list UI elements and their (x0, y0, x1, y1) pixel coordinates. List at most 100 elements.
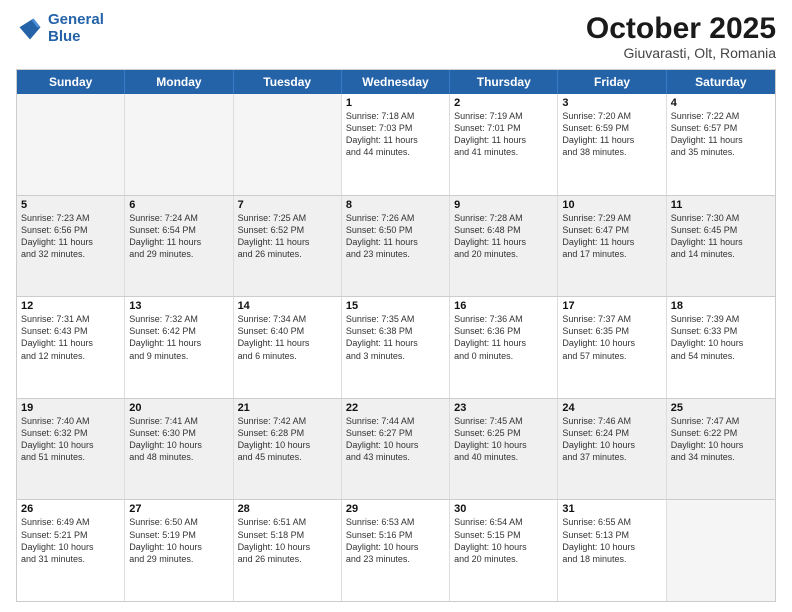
day-info: Sunrise: 7:36 AM Sunset: 6:36 PM Dayligh… (454, 313, 553, 362)
cal-cell-18: 18Sunrise: 7:39 AM Sunset: 6:33 PM Dayli… (667, 297, 775, 398)
cal-cell-10: 10Sunrise: 7:29 AM Sunset: 6:47 PM Dayli… (558, 196, 666, 297)
title-block: October 2025 Giuvarasti, Olt, Romania (586, 12, 776, 61)
day-info: Sunrise: 7:30 AM Sunset: 6:45 PM Dayligh… (671, 212, 771, 261)
cal-cell-6: 6Sunrise: 7:24 AM Sunset: 6:54 PM Daylig… (125, 196, 233, 297)
calendar-row-3: 19Sunrise: 7:40 AM Sunset: 6:32 PM Dayli… (17, 398, 775, 500)
main-title: October 2025 (586, 12, 776, 45)
day-info: Sunrise: 7:25 AM Sunset: 6:52 PM Dayligh… (238, 212, 337, 261)
calendar-row-2: 12Sunrise: 7:31 AM Sunset: 6:43 PM Dayli… (17, 296, 775, 398)
cal-cell-9: 9Sunrise: 7:28 AM Sunset: 6:48 PM Daylig… (450, 196, 558, 297)
day-number: 8 (346, 199, 445, 211)
day-info: Sunrise: 7:18 AM Sunset: 7:03 PM Dayligh… (346, 110, 445, 159)
cal-cell-28: 28Sunrise: 6:51 AM Sunset: 5:18 PM Dayli… (234, 500, 342, 601)
cal-cell-8: 8Sunrise: 7:26 AM Sunset: 6:50 PM Daylig… (342, 196, 450, 297)
day-number: 22 (346, 402, 445, 414)
header-day-monday: Monday (125, 70, 233, 94)
cal-cell-empty-0 (17, 94, 125, 195)
day-number: 18 (671, 300, 771, 312)
day-number: 30 (454, 503, 553, 515)
day-info: Sunrise: 7:31 AM Sunset: 6:43 PM Dayligh… (21, 313, 120, 362)
day-info: Sunrise: 7:39 AM Sunset: 6:33 PM Dayligh… (671, 313, 771, 362)
calendar-row-0: 1Sunrise: 7:18 AM Sunset: 7:03 PM Daylig… (17, 94, 775, 195)
day-info: Sunrise: 7:34 AM Sunset: 6:40 PM Dayligh… (238, 313, 337, 362)
day-info: Sunrise: 7:41 AM Sunset: 6:30 PM Dayligh… (129, 415, 228, 464)
cal-cell-25: 25Sunrise: 7:47 AM Sunset: 6:22 PM Dayli… (667, 399, 775, 500)
cal-cell-1: 1Sunrise: 7:18 AM Sunset: 7:03 PM Daylig… (342, 94, 450, 195)
day-number: 9 (454, 199, 553, 211)
cal-cell-3: 3Sunrise: 7:20 AM Sunset: 6:59 PM Daylig… (558, 94, 666, 195)
cal-cell-15: 15Sunrise: 7:35 AM Sunset: 6:38 PM Dayli… (342, 297, 450, 398)
header-day-sunday: Sunday (17, 70, 125, 94)
cal-cell-24: 24Sunrise: 7:46 AM Sunset: 6:24 PM Dayli… (558, 399, 666, 500)
cal-cell-19: 19Sunrise: 7:40 AM Sunset: 6:32 PM Dayli… (17, 399, 125, 500)
cal-cell-27: 27Sunrise: 6:50 AM Sunset: 5:19 PM Dayli… (125, 500, 233, 601)
header-day-thursday: Thursday (450, 70, 558, 94)
calendar: SundayMondayTuesdayWednesdayThursdayFrid… (16, 69, 776, 602)
cal-cell-empty-2 (234, 94, 342, 195)
cal-cell-11: 11Sunrise: 7:30 AM Sunset: 6:45 PM Dayli… (667, 196, 775, 297)
cal-cell-26: 26Sunrise: 6:49 AM Sunset: 5:21 PM Dayli… (17, 500, 125, 601)
page: General Blue October 2025 Giuvarasti, Ol… (0, 0, 792, 612)
day-info: Sunrise: 7:35 AM Sunset: 6:38 PM Dayligh… (346, 313, 445, 362)
day-info: Sunrise: 7:29 AM Sunset: 6:47 PM Dayligh… (562, 212, 661, 261)
day-info: Sunrise: 7:20 AM Sunset: 6:59 PM Dayligh… (562, 110, 661, 159)
calendar-body: 1Sunrise: 7:18 AM Sunset: 7:03 PM Daylig… (17, 94, 775, 601)
day-info: Sunrise: 6:53 AM Sunset: 5:16 PM Dayligh… (346, 516, 445, 565)
logo-text: General Blue (48, 12, 104, 45)
header-day-saturday: Saturday (667, 70, 775, 94)
cal-cell-30: 30Sunrise: 6:54 AM Sunset: 5:15 PM Dayli… (450, 500, 558, 601)
cal-cell-20: 20Sunrise: 7:41 AM Sunset: 6:30 PM Dayli… (125, 399, 233, 500)
day-number: 28 (238, 503, 337, 515)
cal-cell-13: 13Sunrise: 7:32 AM Sunset: 6:42 PM Dayli… (125, 297, 233, 398)
calendar-header: SundayMondayTuesdayWednesdayThursdayFrid… (17, 70, 775, 94)
cal-cell-12: 12Sunrise: 7:31 AM Sunset: 6:43 PM Dayli… (17, 297, 125, 398)
day-number: 12 (21, 300, 120, 312)
day-number: 29 (346, 503, 445, 515)
header: General Blue October 2025 Giuvarasti, Ol… (16, 12, 776, 61)
cal-cell-2: 2Sunrise: 7:19 AM Sunset: 7:01 PM Daylig… (450, 94, 558, 195)
day-number: 11 (671, 199, 771, 211)
cal-cell-31: 31Sunrise: 6:55 AM Sunset: 5:13 PM Dayli… (558, 500, 666, 601)
cal-cell-29: 29Sunrise: 6:53 AM Sunset: 5:16 PM Dayli… (342, 500, 450, 601)
day-info: Sunrise: 6:49 AM Sunset: 5:21 PM Dayligh… (21, 516, 120, 565)
day-info: Sunrise: 7:37 AM Sunset: 6:35 PM Dayligh… (562, 313, 661, 362)
cal-cell-4: 4Sunrise: 7:22 AM Sunset: 6:57 PM Daylig… (667, 94, 775, 195)
day-info: Sunrise: 7:44 AM Sunset: 6:27 PM Dayligh… (346, 415, 445, 464)
day-number: 6 (129, 199, 228, 211)
cal-cell-14: 14Sunrise: 7:34 AM Sunset: 6:40 PM Dayli… (234, 297, 342, 398)
day-number: 4 (671, 97, 771, 109)
day-info: Sunrise: 7:42 AM Sunset: 6:28 PM Dayligh… (238, 415, 337, 464)
day-number: 14 (238, 300, 337, 312)
day-number: 15 (346, 300, 445, 312)
day-info: Sunrise: 7:45 AM Sunset: 6:25 PM Dayligh… (454, 415, 553, 464)
day-info: Sunrise: 7:40 AM Sunset: 6:32 PM Dayligh… (21, 415, 120, 464)
day-number: 20 (129, 402, 228, 414)
cal-cell-21: 21Sunrise: 7:42 AM Sunset: 6:28 PM Dayli… (234, 399, 342, 500)
day-info: Sunrise: 6:54 AM Sunset: 5:15 PM Dayligh… (454, 516, 553, 565)
cal-cell-23: 23Sunrise: 7:45 AM Sunset: 6:25 PM Dayli… (450, 399, 558, 500)
day-info: Sunrise: 7:46 AM Sunset: 6:24 PM Dayligh… (562, 415, 661, 464)
day-number: 10 (562, 199, 661, 211)
day-info: Sunrise: 7:26 AM Sunset: 6:50 PM Dayligh… (346, 212, 445, 261)
logo-icon (16, 15, 44, 43)
day-number: 5 (21, 199, 120, 211)
cal-cell-7: 7Sunrise: 7:25 AM Sunset: 6:52 PM Daylig… (234, 196, 342, 297)
calendar-row-1: 5Sunrise: 7:23 AM Sunset: 6:56 PM Daylig… (17, 195, 775, 297)
day-number: 24 (562, 402, 661, 414)
day-number: 23 (454, 402, 553, 414)
day-number: 17 (562, 300, 661, 312)
day-info: Sunrise: 7:32 AM Sunset: 6:42 PM Dayligh… (129, 313, 228, 362)
day-info: Sunrise: 6:51 AM Sunset: 5:18 PM Dayligh… (238, 516, 337, 565)
logo-line1: General (48, 11, 104, 28)
day-number: 3 (562, 97, 661, 109)
day-number: 1 (346, 97, 445, 109)
header-day-tuesday: Tuesday (234, 70, 342, 94)
cal-cell-16: 16Sunrise: 7:36 AM Sunset: 6:36 PM Dayli… (450, 297, 558, 398)
day-info: Sunrise: 7:23 AM Sunset: 6:56 PM Dayligh… (21, 212, 120, 261)
logo: General Blue (16, 12, 104, 45)
subtitle: Giuvarasti, Olt, Romania (586, 45, 776, 61)
day-info: Sunrise: 7:22 AM Sunset: 6:57 PM Dayligh… (671, 110, 771, 159)
day-info: Sunrise: 7:28 AM Sunset: 6:48 PM Dayligh… (454, 212, 553, 261)
header-day-friday: Friday (558, 70, 666, 94)
logo-line2: Blue (48, 28, 81, 45)
